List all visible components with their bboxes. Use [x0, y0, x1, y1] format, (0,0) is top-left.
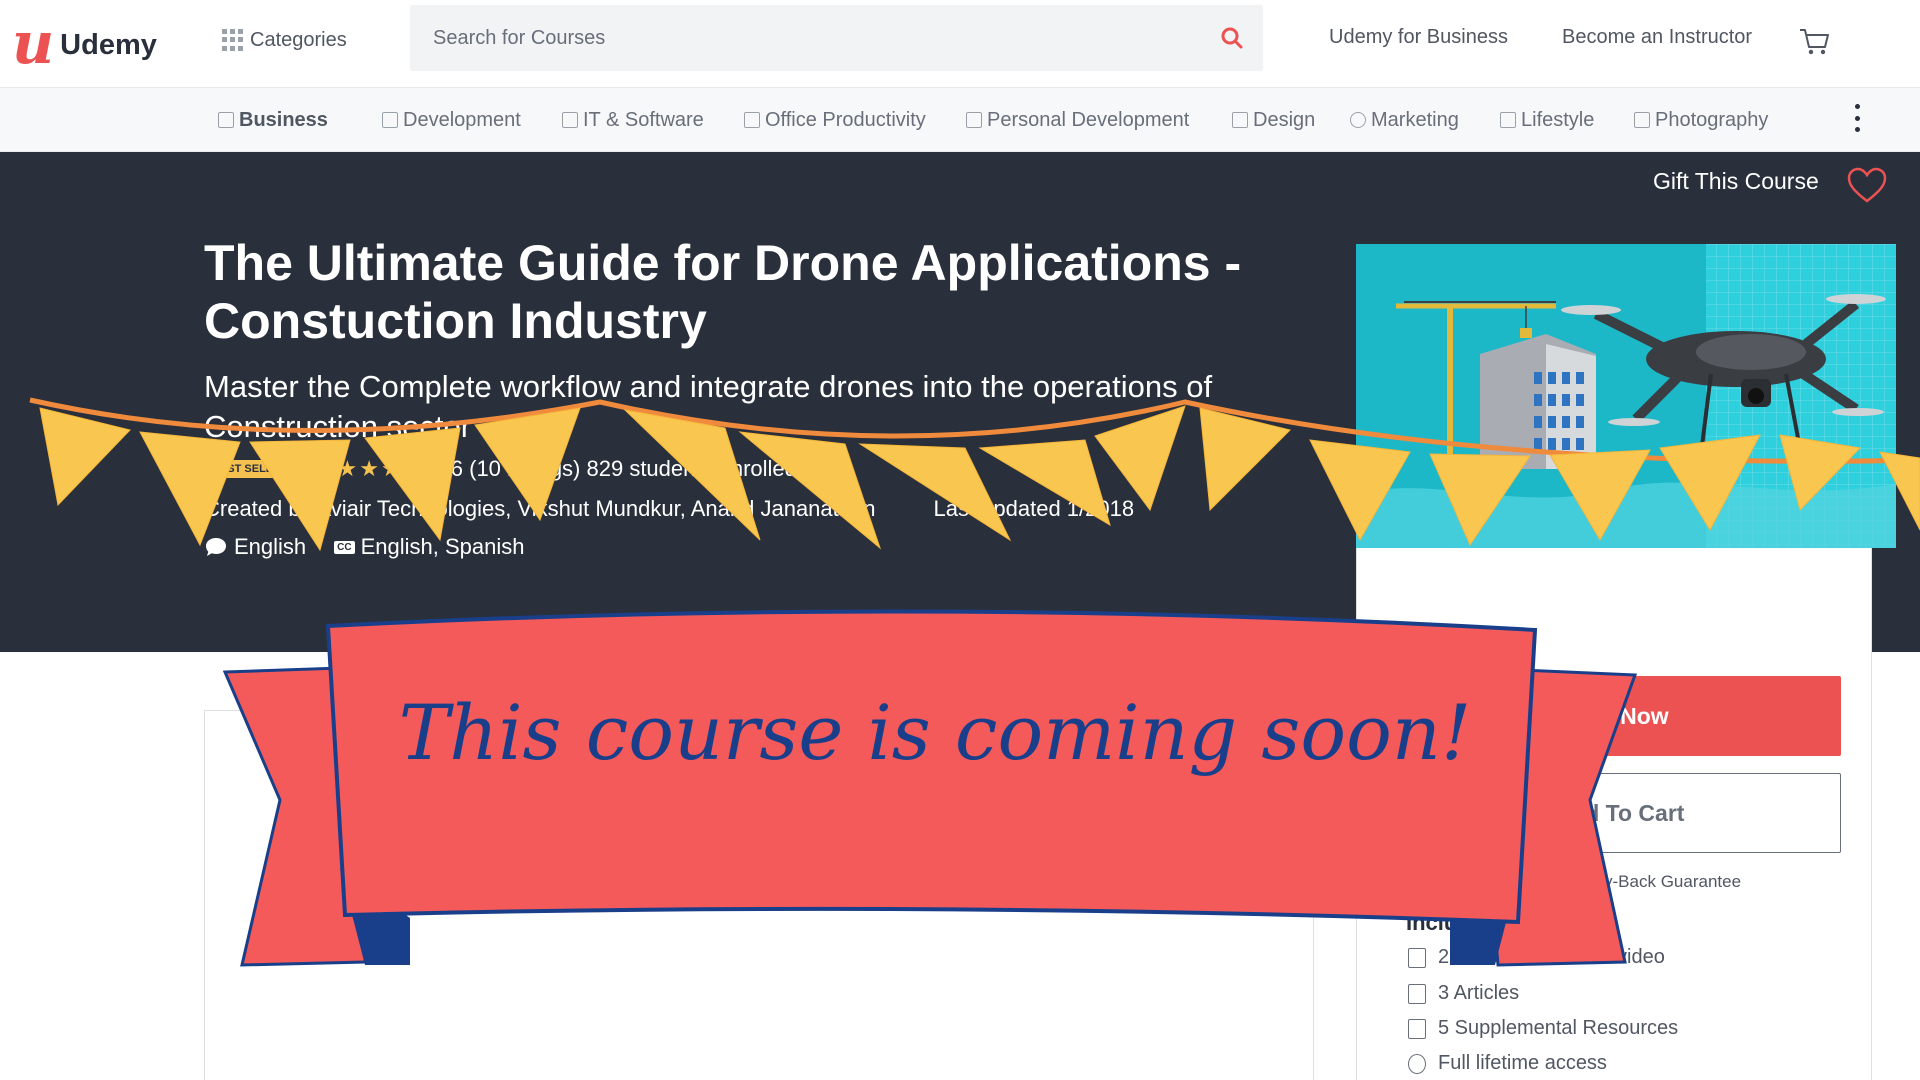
target-icon [1350, 112, 1366, 128]
catnav-item-personal-development[interactable]: Personal Development [966, 107, 1189, 133]
search-input[interactable] [410, 5, 1200, 71]
brush-icon [1232, 112, 1248, 128]
catnav-item-business[interactable]: Business [218, 107, 328, 133]
catnav-label: Business [239, 108, 328, 131]
rating-text[interactable]: 4.6 (10 ratings) 829 students enrolled [432, 456, 796, 482]
course-title: The Ultimate Guide for Drone Application… [204, 235, 1242, 349]
include-item: 5 Supplemental Resources [1408, 1017, 1678, 1040]
become-instructor-link[interactable]: Become an Instructor [1562, 26, 1752, 49]
camera-icon [1634, 112, 1650, 128]
cart-icon[interactable] [1797, 24, 1831, 58]
monitor-icon [562, 112, 578, 128]
resources-icon [1408, 1018, 1426, 1039]
catnav-item-lifestyle[interactable]: Lifestyle [1500, 107, 1594, 133]
last-updated-text: Last updated 1/2018 [933, 496, 1135, 521]
created-by-text[interactable]: Created by Aviair Technologies, Vikshut … [204, 496, 875, 522]
wishlist-heart-icon[interactable] [1846, 166, 1888, 204]
udemy-for-business-link[interactable]: Udemy for Business [1329, 26, 1508, 49]
categories-label: Categories [250, 28, 347, 51]
catnav-item-design[interactable]: Design [1232, 107, 1315, 133]
include-item: Full lifetime access [1408, 1052, 1607, 1075]
course-subtitle: Master the Complete workflow and integra… [204, 369, 1213, 444]
category-nav: Business Development IT & Software Offic… [0, 88, 1920, 152]
coming-soon-text: This course is coming soon! [398, 688, 1472, 777]
catnav-item-development[interactable]: Development [382, 107, 521, 133]
catnav-label: Photography [1655, 108, 1769, 131]
language-row: English CC English, Spanish [204, 534, 525, 560]
more-options-icon[interactable] [1855, 104, 1861, 132]
article-icon [1408, 983, 1426, 1004]
udemy-logo-mark: u [12, 9, 55, 77]
udemy-logo-text: Udemy [60, 28, 157, 61]
course-language: English [234, 534, 307, 559]
search-button[interactable] [1200, 5, 1263, 71]
author-row: Created by Aviair Technologies, Vikshut … [204, 496, 1134, 522]
rating-row: BEST SELLER ★★★★★ 4.6 (10 ratings) 829 s… [204, 456, 797, 482]
catnav-item-it-software[interactable]: IT & Software [562, 107, 704, 133]
search-bar [410, 5, 1263, 71]
catnav-label: Lifestyle [1521, 108, 1595, 131]
book-icon [966, 112, 982, 128]
catnav-label: Development [403, 108, 521, 131]
grid-icon [222, 29, 244, 51]
bestseller-badge: BEST SELLER [204, 460, 296, 478]
document-icon [744, 112, 760, 128]
catnav-item-office-productivity[interactable]: Office Productivity [744, 107, 926, 133]
rating-stars-icon: ★★★★★ [315, 456, 425, 481]
udemy-logo[interactable]: u Udemy [12, 14, 157, 72]
catnav-label: Design [1253, 108, 1316, 131]
include-label: 5 Supplemental Resources [1438, 1017, 1679, 1039]
catnav-item-marketing[interactable]: Marketing [1350, 107, 1459, 133]
catnav-label: IT & Software [583, 108, 704, 131]
catnav-label: Marketing [1371, 108, 1459, 131]
coming-soon-ribbon [222, 609, 1638, 967]
include-label: 3 Articles [1438, 982, 1520, 1004]
course-preview-image[interactable] [1356, 244, 1896, 548]
gift-course-link[interactable]: Gift This Course [1653, 168, 1819, 195]
caption-languages: English, Spanish [360, 534, 525, 559]
catnav-item-photography[interactable]: Photography [1634, 107, 1768, 133]
categories-menu[interactable]: Categories [222, 24, 347, 56]
chart-icon [218, 112, 234, 128]
speech-bubble-icon [206, 538, 226, 556]
lifestyle-icon [1500, 112, 1516, 128]
catnav-label: Office Productivity [765, 108, 926, 131]
include-item: 3 Articles [1408, 982, 1519, 1005]
code-icon [382, 112, 398, 128]
closed-captions-icon: CC [334, 540, 355, 554]
infinity-icon [1408, 1053, 1426, 1074]
include-label: Full lifetime access [1438, 1052, 1607, 1074]
top-header: u Udemy Categories Udemy for Business Be… [0, 0, 1920, 88]
catnav-label: Personal Development [987, 108, 1190, 131]
search-icon [1221, 27, 1242, 49]
